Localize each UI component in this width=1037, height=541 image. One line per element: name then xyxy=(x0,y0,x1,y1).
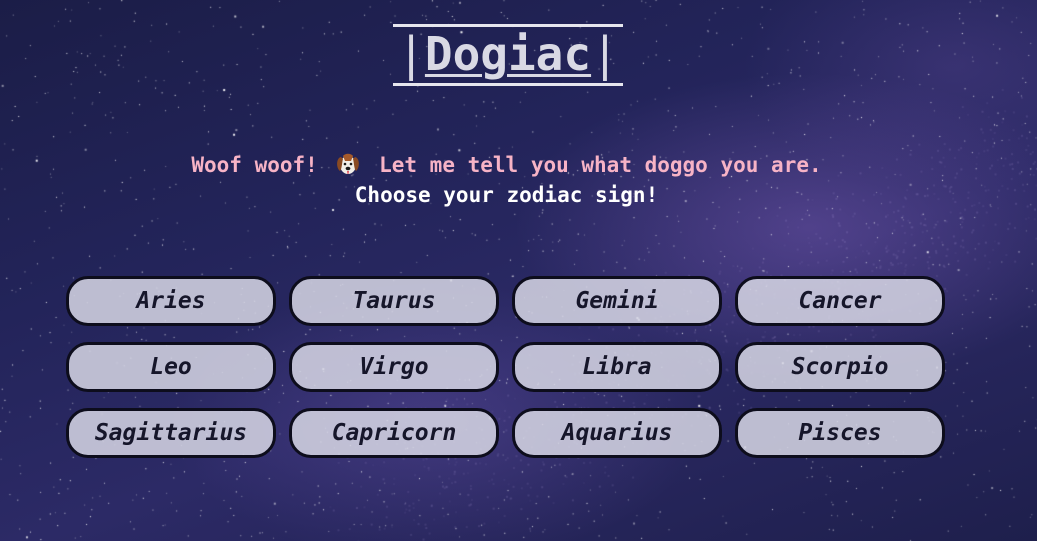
sign-button-cancer[interactable]: Cancer xyxy=(735,276,945,326)
title-bar-right: | xyxy=(591,27,619,81)
sign-button-capricorn[interactable]: Capricorn xyxy=(289,408,499,458)
intro-invitation: Let me tell you what doggo you are. xyxy=(379,153,822,177)
sign-button-pisces[interactable]: Pisces xyxy=(735,408,945,458)
sign-button-virgo[interactable]: Virgo xyxy=(289,342,499,392)
sign-button-aquarius[interactable]: Aquarius xyxy=(512,408,722,458)
title-text: Dogiac xyxy=(424,27,592,81)
intro-line-1: Woof woof! Let me tell you what doggo yo… xyxy=(0,150,1013,180)
dog-face-icon xyxy=(337,153,360,174)
sign-button-scorpio[interactable]: Scorpio xyxy=(735,342,945,392)
sign-button-aries[interactable]: Aries xyxy=(66,276,276,326)
sign-button-taurus[interactable]: Taurus xyxy=(289,276,499,326)
zodiac-sign-grid: Aries Taurus Gemini Cancer Leo Virgo Lib… xyxy=(66,276,948,458)
sign-button-gemini[interactable]: Gemini xyxy=(512,276,722,326)
page-title: |Dogiac| xyxy=(393,24,623,86)
intro-line-2: Choose your zodiac sign! xyxy=(354,183,659,207)
sign-button-libra[interactable]: Libra xyxy=(512,342,722,392)
sign-button-leo[interactable]: Leo xyxy=(66,342,276,392)
sign-button-sagittarius[interactable]: Sagittarius xyxy=(66,408,276,458)
intro-greeting: Woof woof! xyxy=(191,153,318,177)
intro-text: Woof woof! Let me tell you what doggo yo… xyxy=(0,150,1013,210)
title-bar-left: | xyxy=(397,27,425,81)
page: |Dogiac| Woof woof! Let me tell you what… xyxy=(0,0,1037,541)
